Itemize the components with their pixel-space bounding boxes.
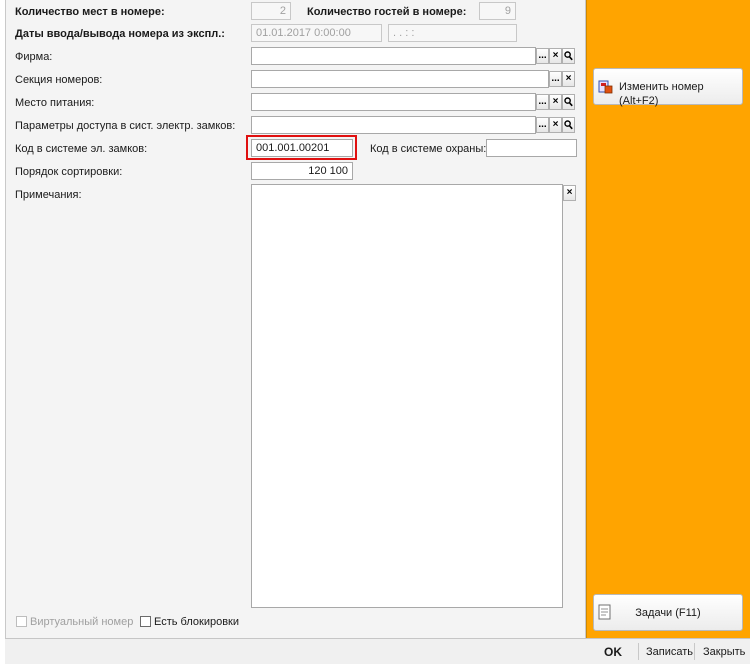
side-panel: Изменить номер (Alt+F2) Задачи (F11) [586, 0, 750, 638]
dates-label: Даты ввода/вывода номера из экспл.: [15, 28, 225, 40]
access-clear-button[interactable]: × [549, 117, 562, 133]
ok-button[interactable]: OK [604, 645, 622, 659]
access-label: Параметры доступа в сист. электр. замков… [15, 120, 236, 132]
places-label: Количество мест в номере: [15, 6, 165, 18]
sort-field[interactable]: 120 100 [251, 162, 353, 180]
clear-icon: × [566, 187, 573, 198]
save-button[interactable]: Записать [646, 645, 693, 659]
blocks-checkbox[interactable] [140, 616, 151, 627]
section-field[interactable] [251, 70, 549, 88]
room-edit-icon [598, 80, 613, 94]
select-icon: ... [551, 73, 560, 84]
security-code-label: Код в системе охраны: [370, 143, 487, 155]
access-field[interactable] [251, 116, 536, 134]
security-code-field[interactable] [486, 139, 577, 157]
tasks-label: Задачи (F11) [635, 607, 701, 619]
room-form: Количество мест в номере: 2 Количество г… [5, 0, 586, 638]
select-icon: ... [538, 96, 547, 107]
access-search-button[interactable] [562, 117, 575, 133]
clear-icon: × [552, 50, 559, 61]
virtual-room-label: Виртуальный номер [30, 616, 134, 628]
divider [638, 643, 639, 660]
firm-select-button[interactable]: ... [536, 48, 549, 64]
meal-search-button[interactable] [562, 94, 575, 110]
section-clear-button[interactable]: × [562, 71, 575, 87]
date-out-field: . . : : [388, 24, 517, 42]
guests-label: Количество гостей в номере: [307, 6, 467, 18]
section-label: Секция номеров: [15, 74, 103, 86]
command-bar: OK Записать Закрыть [5, 638, 750, 664]
close-button[interactable]: Закрыть [703, 645, 745, 659]
access-select-button[interactable]: ... [536, 117, 549, 133]
firm-clear-button[interactable]: × [549, 48, 562, 64]
clear-icon: × [565, 73, 572, 84]
lock-code-highlight [246, 135, 357, 160]
blocks-label: Есть блокировки [154, 616, 239, 628]
notes-clear-button[interactable]: × [563, 185, 576, 201]
clear-icon: × [552, 119, 559, 130]
select-icon: ... [538, 119, 547, 130]
meal-field[interactable] [251, 93, 536, 111]
date-in-field: 01.01.2017 0:00:00 [251, 24, 382, 42]
firm-label: Фирма: [15, 51, 53, 63]
notes-textarea[interactable] [251, 184, 563, 608]
virtual-room-checkbox[interactable] [16, 616, 27, 627]
search-icon [564, 97, 573, 107]
sort-label: Порядок сортировки: [15, 166, 123, 178]
divider [694, 643, 695, 660]
guests-field: 9 [479, 2, 516, 20]
firm-field[interactable] [251, 47, 536, 65]
select-icon: ... [538, 50, 547, 61]
change-room-button[interactable]: Изменить номер (Alt+F2) [593, 68, 743, 107]
clear-icon: × [552, 96, 559, 107]
meal-label: Место питания: [15, 97, 95, 109]
meal-select-button[interactable]: ... [536, 94, 549, 110]
notes-label: Примечания: [15, 189, 82, 201]
tasks-button[interactable]: Задачи (F11) [593, 594, 743, 631]
search-icon [564, 51, 573, 61]
firm-search-button[interactable] [562, 48, 575, 64]
section-select-button[interactable]: ... [549, 71, 562, 87]
meal-clear-button[interactable]: × [549, 94, 562, 110]
search-icon [564, 120, 573, 130]
places-field: 2 [251, 2, 291, 20]
lock-code-label: Код в системе эл. замков: [15, 143, 148, 155]
change-room-label: Изменить номер (Alt+F2) [619, 81, 704, 107]
